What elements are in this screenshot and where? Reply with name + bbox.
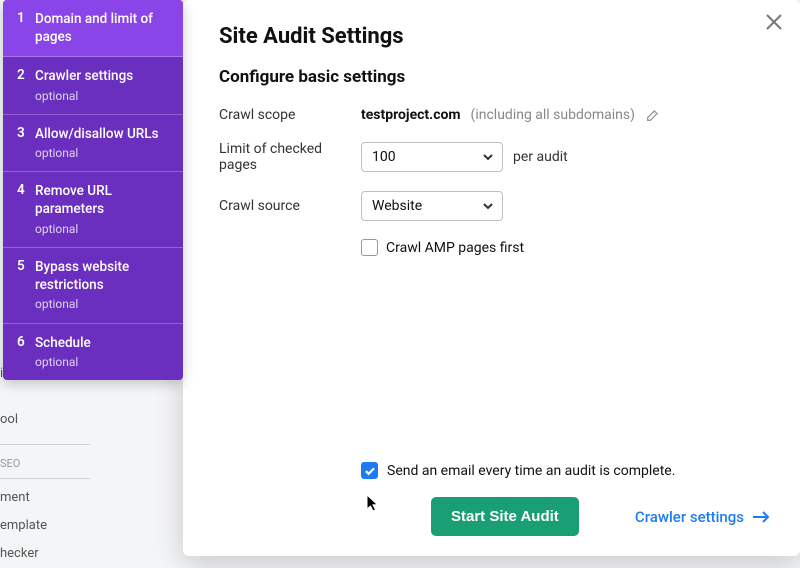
limit-pages-value: 100: [372, 149, 396, 165]
sidebar-item-bypass-restrictions[interactable]: 5 Bypass website restrictionsoptional: [3, 248, 183, 324]
page-subtitle: Configure basic settings: [219, 67, 770, 87]
sidebar-item-label: Schedule: [35, 335, 91, 351]
chevron-down-icon: [482, 151, 494, 163]
next-link-label: Crawler settings: [635, 508, 744, 526]
crawl-scope-note: (including all subdomains): [471, 107, 635, 123]
sidebar-item-remove-url-params[interactable]: 4 Remove URL parametersoptional: [3, 172, 183, 248]
amp-checkbox[interactable]: [361, 239, 378, 256]
row-amp-pages: Crawl AMP pages first: [361, 239, 770, 256]
sidebar-item-optional: optional: [35, 296, 171, 312]
crawl-scope-label: Crawl scope: [219, 107, 361, 123]
crawl-source-select[interactable]: Website: [361, 191, 503, 221]
sidebar-item-crawler-settings[interactable]: 2 Crawler settingsoptional: [3, 57, 183, 114]
modal-content: Site Audit Settings Configure basic sett…: [219, 24, 770, 256]
modal-footer: Send an email every time an audit is com…: [219, 462, 770, 536]
crawler-settings-link[interactable]: Crawler settings: [635, 508, 770, 526]
start-site-audit-button[interactable]: Start Site Audit: [431, 497, 579, 536]
sidebar-item-optional: optional: [35, 354, 171, 370]
email-checkbox[interactable]: [361, 462, 378, 479]
sidebar-item-domain-limit[interactable]: 1 Domain and limit of pages: [3, 0, 183, 57]
sidebar-item-optional: optional: [35, 145, 171, 161]
crawl-scope-domain: testproject.com: [361, 107, 461, 123]
wizard-sidebar: 1 Domain and limit of pages 2 Crawler se…: [3, 0, 183, 380]
pencil-icon[interactable]: [645, 107, 661, 123]
amp-label: Crawl AMP pages first: [386, 240, 524, 256]
sidebar-item-label: Domain and limit of pages: [35, 11, 153, 45]
sidebar-item-label: Crawler settings: [35, 68, 133, 84]
limit-pages-label: Limit of checked pages: [219, 141, 361, 173]
sidebar-item-allow-disallow[interactable]: 3 Allow/disallow URLsoptional: [3, 115, 183, 172]
row-limit-pages: Limit of checked pages 100 per audit: [219, 141, 770, 173]
crawl-source-label: Crawl source: [219, 198, 361, 214]
email-label: Send an email every time an audit is com…: [387, 463, 675, 479]
sidebar-item-optional: optional: [35, 221, 171, 237]
sidebar-item-optional: optional: [35, 88, 171, 104]
sidebar-item-label: Allow/disallow URLs: [35, 126, 159, 142]
row-crawl-source: Crawl source Website: [219, 191, 770, 221]
row-email-notify: Send an email every time an audit is com…: [361, 462, 770, 479]
limit-pages-select[interactable]: 100: [361, 142, 503, 172]
settings-modal: Site Audit Settings Configure basic sett…: [183, 0, 800, 556]
sidebar-item-label: Remove URL parameters: [35, 183, 112, 217]
sidebar-item-schedule[interactable]: 6 Scheduleoptional: [3, 324, 183, 380]
sidebar-item-label: Bypass website restrictions: [35, 259, 129, 293]
page-title: Site Audit Settings: [219, 24, 770, 49]
limit-pages-after: per audit: [513, 149, 568, 165]
row-crawl-scope: Crawl scope testproject.com (including a…: [219, 107, 770, 123]
chevron-down-icon: [482, 200, 494, 212]
crawl-source-value: Website: [372, 198, 422, 214]
